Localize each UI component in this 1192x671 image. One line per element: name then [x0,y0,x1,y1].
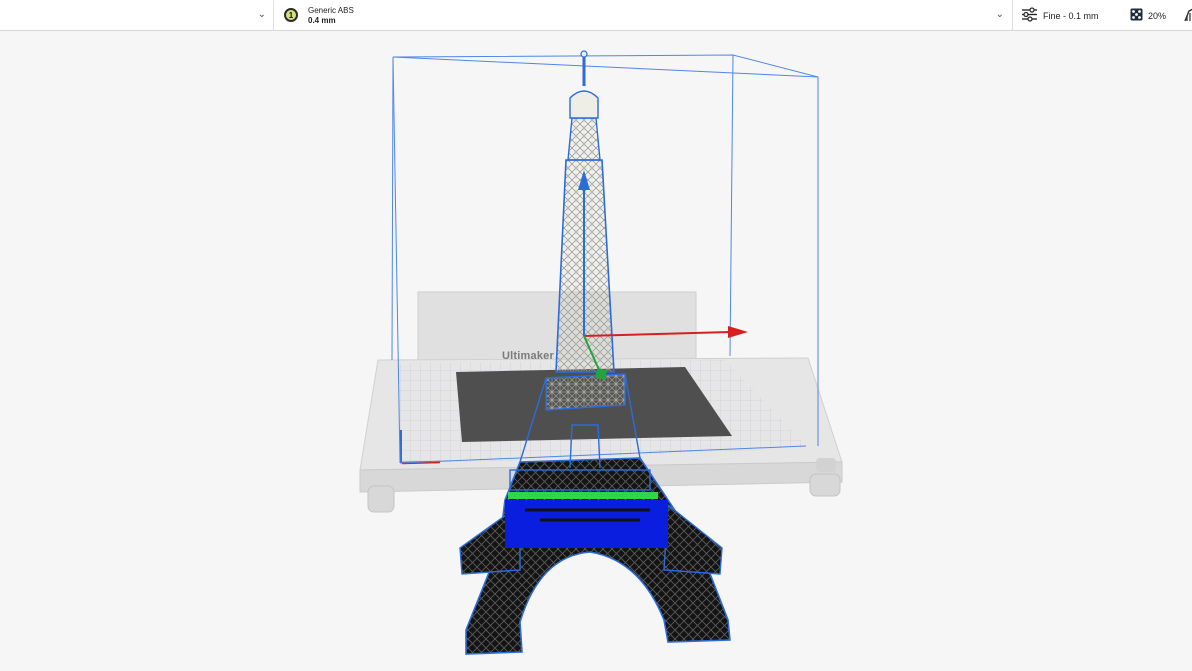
material-selector[interactable]: 1 Generic ABS 0.4 mm ⌄ [274,0,1012,30]
chevron-down-icon[interactable]: ⌄ [258,10,266,20]
x-axis-arrow-icon[interactable] [728,326,748,338]
printer-selector[interactable]: ⌄ [0,0,274,30]
scene-canvas[interactable] [0,31,1192,671]
print-setup-toolbar: ⌄ 1 Generic ABS 0.4 mm ⌄ Fine - 0.1 mm 2… [0,0,1192,31]
plate-intersection-line [508,492,658,499]
printer-brand-label: Ultimaker [502,350,554,362]
extruder-number: 1 [288,10,294,20]
chevron-down-icon[interactable]: ⌄ [996,10,1004,20]
overhang-area [505,500,668,548]
settings-sliders-icon [1022,7,1037,22]
material-name: Generic ABS [308,6,354,15]
print-profile-label: Fine - 0.1 mm [1043,11,1099,21]
support-icon [1184,8,1192,22]
infill-icon [1130,8,1143,21]
print-settings-button[interactable]: Fine - 0.1 mm 20% [1013,0,1192,30]
nozzle-size: 0.4 mm [308,16,336,25]
3d-viewport[interactable]: Ultimaker [0,31,1192,671]
material-info: Generic ABS 0.4 mm [308,6,354,26]
extruder-badge-icon: 1 [284,8,298,22]
infill-percentage: 20% [1148,11,1167,21]
